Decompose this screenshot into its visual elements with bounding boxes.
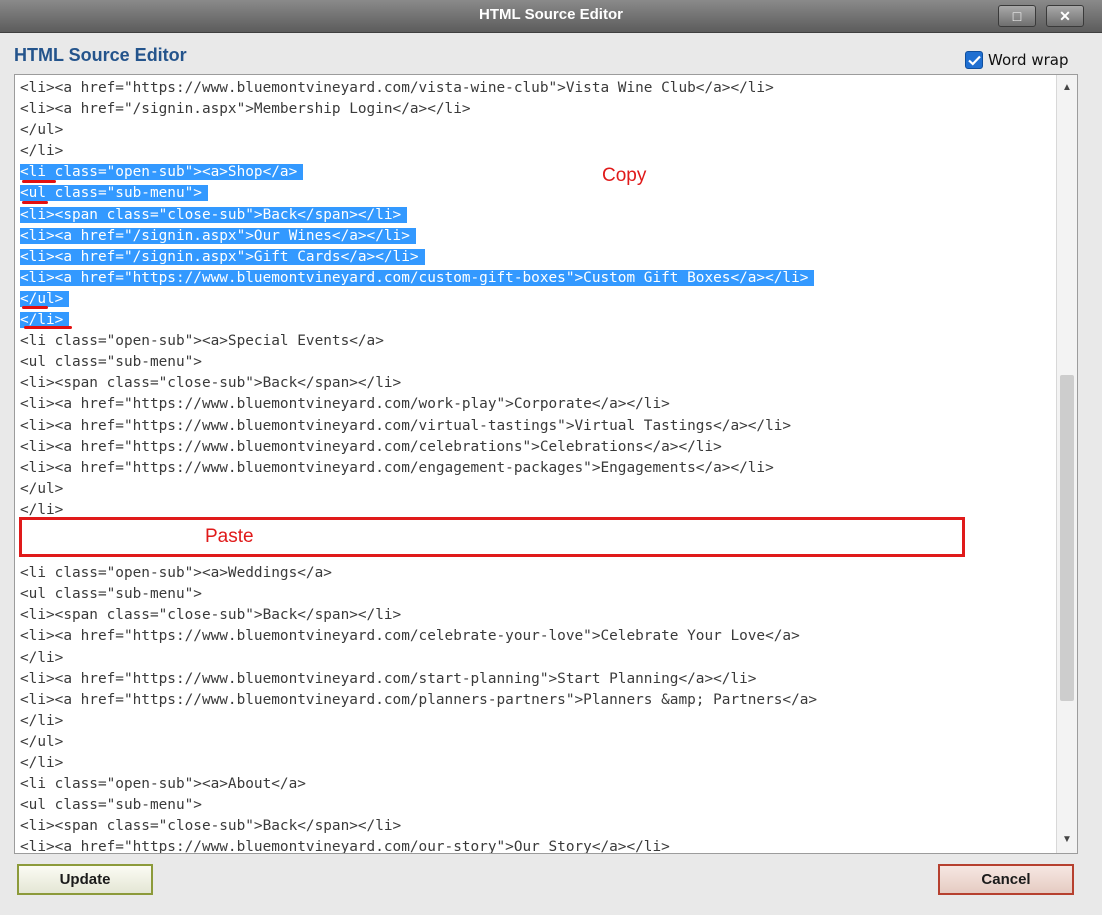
code-line[interactable]: </ul> — [20, 289, 817, 310]
code-line[interactable]: <li class="open-sub"><a>About</a> — [20, 774, 817, 795]
code-line-text: <li><a href="https://www.bluemontvineyar… — [20, 839, 670, 854]
code-line-text: <li><a href="/signin.aspx">Gift Cards</a… — [20, 248, 425, 265]
close-button[interactable]: ✕ — [1046, 5, 1084, 27]
code-line[interactable]: <li><a href="/signin.aspx">Membership Lo… — [20, 99, 817, 120]
close-icon: ✕ — [1059, 8, 1071, 24]
code-line[interactable]: <li><span class="close-sub">Back</span><… — [20, 816, 817, 837]
code-line[interactable]: <ul class="sub-menu"> — [20, 183, 817, 204]
checkmark-icon — [967, 55, 981, 66]
code-line[interactable]: <li><a href="https://www.bluemontvineyar… — [20, 268, 817, 289]
code-line[interactable]: <li><a href="https://www.bluemontvineyar… — [20, 690, 817, 711]
code-line-text: </ul> — [20, 290, 70, 307]
code-line-text: <li class="open-sub"><a>About</a> — [20, 776, 306, 793]
code-line-text: <li class="open-sub"><a>Shop</a> — [20, 164, 304, 181]
word-wrap-toggle[interactable]: Word wrap — [965, 50, 1068, 70]
code-line[interactable]: <li><a href="/signin.aspx">Our Wines</a>… — [20, 226, 817, 247]
code-line-text: <li><a href="https://www.bluemontvineyar… — [20, 691, 818, 708]
annotation-underline — [22, 201, 48, 204]
code-line-text: <li><a href="https://www.bluemontvineyar… — [20, 628, 800, 645]
code-line-text: </ul> — [20, 480, 64, 497]
code-line-text: <li><a href="https://www.bluemontvineyar… — [20, 417, 792, 434]
maximize-icon: □ — [1012, 8, 1022, 24]
code-line[interactable]: <li><a href="/signin.aspx">Gift Cards</a… — [20, 247, 817, 268]
code-line[interactable]: </li> — [20, 711, 817, 732]
scroll-up-icon[interactable]: ▲ — [1057, 79, 1077, 97]
paste-annotation: Paste — [205, 526, 254, 547]
word-wrap-checkbox[interactable] — [965, 51, 983, 69]
code-line[interactable]: <li><span class="close-sub">Back</span><… — [20, 205, 817, 226]
source-editor[interactable]: <li><a href="https://www.bluemontvineyar… — [14, 74, 1078, 854]
cancel-button[interactable]: Cancel — [938, 864, 1074, 895]
code-line[interactable]: </ul> — [20, 120, 817, 141]
code-line-text: <li><a href="https://www.bluemontvineyar… — [20, 396, 670, 413]
code-line-text: <li><a href="/signin.aspx">Membership Lo… — [20, 101, 471, 118]
code-line[interactable]: </li> — [20, 141, 817, 162]
code-line[interactable]: </ul> — [20, 732, 817, 753]
code-line-text: </ul> — [20, 733, 64, 750]
scrollbar-thumb[interactable] — [1060, 375, 1074, 701]
code-line[interactable]: <li class="open-sub"><a>Weddings</a> — [20, 563, 817, 584]
code-line-text: <li class="open-sub"><a>Special Events</… — [20, 333, 384, 350]
code-line-text: <li><a href="/signin.aspx">Our Wines</a>… — [20, 227, 416, 244]
code-line[interactable]: <li><span class="close-sub">Back</span><… — [20, 605, 817, 626]
paste-target-box — [19, 517, 965, 557]
code-line-text: <ul class="sub-menu"> — [20, 354, 202, 371]
code-line[interactable]: <li><a href="https://www.bluemontvineyar… — [20, 78, 817, 99]
code-line-text: </li> — [20, 755, 64, 771]
code-line[interactable]: <li><a href="https://www.bluemontvineyar… — [20, 458, 817, 479]
word-wrap-label: Word wrap — [988, 51, 1069, 69]
update-button[interactable]: Update — [17, 864, 153, 895]
code-line[interactable]: <ul class="sub-menu"> — [20, 795, 817, 816]
code-line-text: <ul class="sub-menu"> — [20, 185, 208, 202]
code-line[interactable]: </li> — [20, 310, 817, 331]
code-line[interactable]: </li> — [20, 753, 817, 774]
window-title: HTML Source Editor — [479, 6, 623, 23]
code-line-text: <li><a href="https://www.bluemontvineyar… — [20, 670, 757, 687]
code-line-text: <ul class="sub-menu"> — [20, 797, 202, 814]
editor-heading: HTML Source Editor — [14, 45, 187, 65]
code-line-text: <li><span class="close-sub">Back</span><… — [20, 375, 402, 392]
code-line[interactable]: <li class="open-sub"><a>Special Events</… — [20, 331, 817, 352]
source-code[interactable]: <li><a href="https://www.bluemontvineyar… — [20, 78, 817, 854]
code-line-text: </ul> — [20, 122, 64, 139]
code-line[interactable]: <li><a href="https://www.bluemontvineyar… — [20, 394, 817, 415]
code-line-text: <li><a href="https://www.bluemontvineyar… — [20, 438, 722, 455]
code-line-text: <li><a href="https://www.bluemontvineyar… — [20, 269, 815, 286]
code-line[interactable]: <li><a href="https://www.bluemontvineyar… — [20, 626, 817, 647]
code-line[interactable]: <li><a href="https://www.bluemontvineyar… — [20, 837, 817, 854]
scroll-down-icon[interactable]: ▼ — [1057, 831, 1077, 849]
code-line-text: <li><span class="close-sub">Back</span><… — [20, 607, 402, 624]
annotation-underline — [22, 306, 48, 309]
code-line[interactable]: <li class="open-sub"><a>Shop</a> — [20, 162, 817, 183]
code-line-text: <li><span class="close-sub">Back</span><… — [20, 206, 408, 223]
code-line[interactable]: <li><a href="https://www.bluemontvineyar… — [20, 437, 817, 458]
maximize-button[interactable]: □ — [998, 5, 1036, 27]
annotation-underline — [24, 326, 72, 329]
vertical-scrollbar[interactable]: ▲ ▼ — [1056, 75, 1077, 853]
annotation-underline — [22, 180, 56, 183]
code-line[interactable]: <li><span class="close-sub">Back</span><… — [20, 373, 817, 394]
code-line-text: </li> — [20, 501, 64, 518]
code-line-text: <li><span class="close-sub">Back</span><… — [20, 818, 402, 835]
code-line-text: </li> — [20, 649, 64, 666]
code-line[interactable]: </li> — [20, 648, 817, 669]
code-line-text: <li><a href="https://www.bluemontvineyar… — [20, 459, 774, 476]
code-line-text: <li class="open-sub"><a>Weddings</a> — [20, 565, 332, 582]
code-line[interactable]: <ul class="sub-menu"> — [20, 584, 817, 605]
window-titlebar[interactable]: HTML Source Editor □ ✕ — [0, 0, 1102, 33]
code-line[interactable]: <li><a href="https://www.bluemontvineyar… — [20, 416, 817, 437]
code-line-text: </li> — [20, 712, 64, 729]
copy-annotation: Copy — [602, 165, 647, 186]
code-line[interactable]: <li><a href="https://www.bluemontvineyar… — [20, 669, 817, 690]
code-line[interactable]: </ul> — [20, 479, 817, 500]
code-line[interactable]: <ul class="sub-menu"> — [20, 352, 817, 373]
code-line-text: </li> — [20, 143, 64, 160]
code-line-text: <ul class="sub-menu"> — [20, 586, 202, 603]
code-line-text: <li><a href="https://www.bluemontvineyar… — [20, 80, 774, 96]
